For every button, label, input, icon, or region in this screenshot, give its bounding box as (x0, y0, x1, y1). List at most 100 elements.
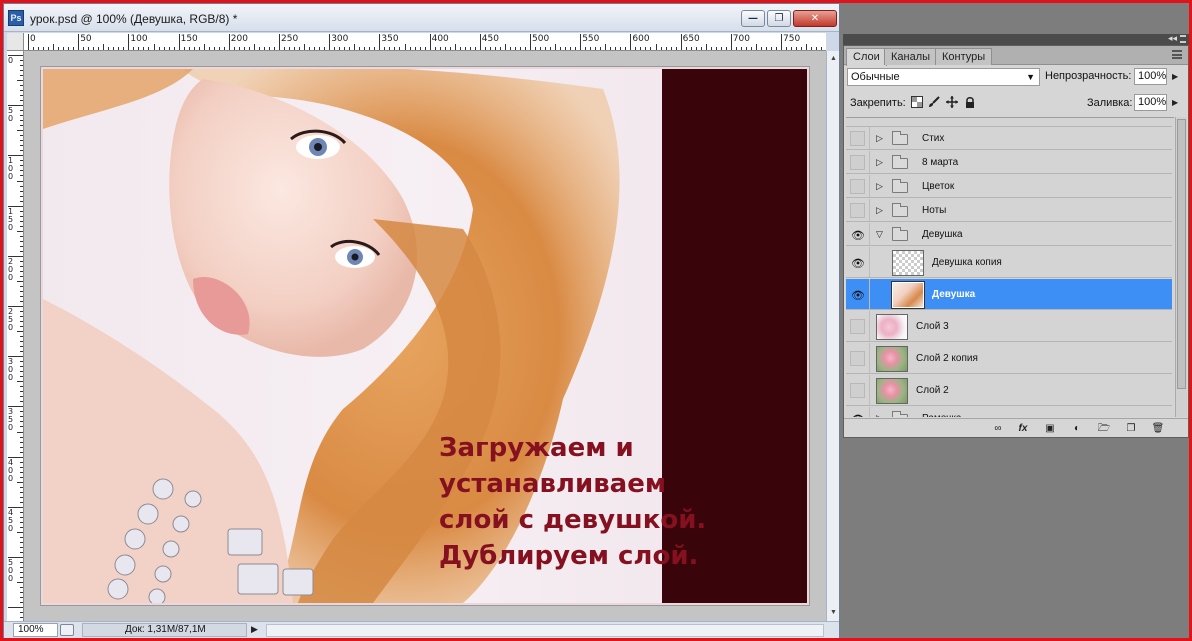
document-info: Док: 1,31M/87,1M (82, 623, 247, 637)
row-divider (869, 343, 870, 373)
opacity-label: Непрозрачность: (1045, 70, 1132, 82)
ruler-label: 700 (732, 34, 750, 44)
vertical-scrollbar[interactable]: ▲ ▼ (826, 51, 839, 621)
trash-icon[interactable]: 🗑 (1151, 422, 1165, 435)
ruler-label: 400 (431, 34, 449, 44)
ruler-label: 2 0 0 (8, 256, 14, 282)
ruler-tick (203, 44, 205, 50)
chevron-right-icon[interactable]: ▷ (876, 181, 883, 192)
status-options-icon[interactable] (60, 624, 74, 636)
layer-row[interactable]: Слой 2 копия (846, 343, 1172, 374)
visibility-toggle[interactable] (850, 131, 865, 146)
ruler-label: 150 (180, 34, 198, 44)
layer-row[interactable]: 👁 Девушка копия (846, 247, 1172, 278)
folder-icon (892, 411, 908, 417)
visibility-toggle[interactable]: 👁 (850, 227, 865, 242)
ruler-tick (680, 34, 682, 50)
row-divider (869, 175, 870, 197)
chevron-right-icon[interactable]: ▷ (876, 413, 883, 418)
layer-name: Девушка (932, 288, 976, 300)
layer-row[interactable]: 👁 Девушка (846, 279, 1172, 310)
layer-mask-icon[interactable]: ▣ (1043, 422, 1057, 435)
layer-group-row[interactable]: ▷ Ноты (846, 199, 1172, 222)
chevron-down-icon[interactable]: ▽ (876, 229, 883, 240)
dock-menu-icon[interactable] (1180, 35, 1186, 43)
restore-button[interactable]: ❐ (767, 10, 791, 27)
new-layer-icon[interactable]: ❐ (1124, 422, 1138, 435)
close-button[interactable]: ✕ (793, 10, 837, 27)
layer-row-partial[interactable] (846, 118, 1172, 127)
document-titlebar[interactable]: Ps урок.psd @ 100% (Девушка, RGB/8) * — … (4, 4, 839, 32)
vertical-ruler[interactable]: 0 5 0 1 0 0 1 5 0 2 0 0 2 5 0 3 0 0 3 5 0 4 0 0 4… (7, 51, 24, 621)
fill-slider-arrow-icon[interactable]: ▶ (1172, 98, 1178, 107)
row-divider (869, 311, 870, 341)
horizontal-scrollbar[interactable] (266, 624, 824, 637)
minimize-button[interactable]: — (741, 10, 765, 27)
chevron-right-icon[interactable]: ▷ (876, 133, 883, 144)
row-divider (869, 375, 870, 405)
layer-name: Ноты (922, 204, 947, 216)
folder-icon (892, 203, 908, 217)
horizontal-ruler[interactable]: 0 50 100 150 200 250 300 350 400 450 500 550 600 650 7… (24, 33, 826, 51)
scroll-down-icon[interactable]: ▼ (828, 607, 839, 618)
document-canvas[interactable]: Загружаем и устанавливаем слой с девушко… (41, 67, 809, 605)
tab-channels[interactable]: Каналы (884, 48, 938, 65)
move-icon[interactable] (946, 96, 958, 108)
fx-icon[interactable]: fx (1016, 422, 1030, 435)
fill-field[interactable]: 100% (1134, 94, 1167, 111)
layers-list[interactable]: ▷ Стих ▷ 8 марта ▷ Цветок ▷ Ноты 👁 ▽ Девушка 👁 Девуш… (846, 117, 1174, 417)
layer-name: Слой 2 (916, 384, 949, 396)
chevron-down-icon: ▼ (1026, 72, 1035, 82)
visibility-toggle[interactable] (850, 319, 865, 334)
caption-line-3: слой с девушкой. (439, 505, 707, 535)
chevron-right-icon[interactable]: ▷ (876, 205, 883, 216)
visibility-toggle[interactable] (850, 179, 865, 194)
ruler-tick (17, 180, 23, 182)
visibility-toggle[interactable]: 👁 (850, 411, 865, 417)
visibility-toggle[interactable] (850, 351, 865, 366)
visibility-toggle[interactable] (850, 155, 865, 170)
layer-row[interactable]: Слой 3 (846, 311, 1172, 342)
adjustment-layer-icon[interactable]: ◐ (1070, 422, 1084, 435)
layers-scrollbar[interactable] (1175, 117, 1187, 417)
scrollbar-thumb[interactable] (1177, 119, 1186, 389)
visibility-toggle[interactable]: 👁 (850, 287, 865, 302)
layer-thumbnail (892, 249, 924, 276)
zoom-level-field[interactable]: 100% (13, 623, 58, 637)
layer-group-row[interactable]: 👁 ▽ Девушка (846, 223, 1172, 246)
ruler-tick (730, 34, 732, 50)
panel-dock-header[interactable]: ◂◂ (843, 33, 1189, 45)
layer-group-row[interactable]: ▷ Стих (846, 127, 1172, 150)
layer-row[interactable]: Слой 2 (846, 375, 1172, 406)
chevron-right-icon[interactable]: ▷ (876, 157, 883, 168)
padlock-icon[interactable] (964, 96, 976, 108)
ruler-tick (705, 44, 707, 50)
opacity-slider-arrow-icon[interactable]: ▶ (1172, 72, 1178, 81)
tab-paths[interactable]: Контуры (935, 48, 993, 65)
layer-group-row[interactable]: 👁 ▷ Рамочка (846, 407, 1172, 417)
ruler-tick (17, 481, 23, 483)
scroll-up-icon[interactable]: ▲ (828, 53, 839, 64)
ruler-corner[interactable] (7, 33, 24, 51)
brush-icon[interactable] (928, 96, 940, 108)
ruler-label: 4 0 0 (8, 457, 14, 483)
new-group-icon[interactable]: 🗁 (1097, 422, 1111, 435)
tab-layers[interactable]: Слои (846, 48, 887, 66)
layer-group-row[interactable]: ▷ Цветок (846, 175, 1172, 198)
row-divider (869, 223, 870, 245)
visibility-toggle[interactable] (850, 203, 865, 218)
layer-group-row[interactable]: ▷ 8 марта (846, 151, 1172, 174)
row-divider (869, 127, 870, 149)
canvas-area[interactable]: Загружаем и устанавливаем слой с девушко… (24, 51, 826, 621)
link-layers-icon[interactable]: ∞ (991, 422, 1005, 435)
opacity-field[interactable]: 100% (1134, 68, 1167, 85)
visibility-toggle[interactable] (850, 383, 865, 398)
ruler-tick (429, 34, 431, 50)
blend-mode-select[interactable]: Обычные ▼ (847, 68, 1040, 86)
panel-menu-icon[interactable] (1172, 50, 1182, 59)
lock-transparent-icon[interactable] (911, 96, 923, 108)
status-menu-arrow-icon[interactable]: ▶ (251, 624, 258, 635)
visibility-toggle[interactable]: 👁 (850, 255, 865, 270)
collapse-panels-icon[interactable]: ◂◂ (1168, 33, 1177, 44)
ruler-label: 3 0 0 (8, 357, 14, 383)
